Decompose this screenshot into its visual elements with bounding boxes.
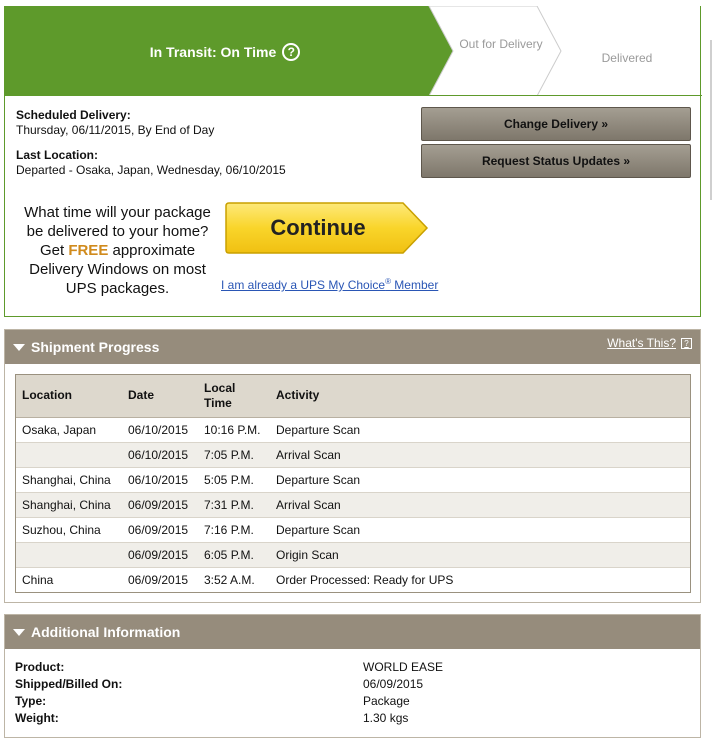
cell-date: 06/10/2015 [122, 417, 198, 443]
shipment-progress-title: Shipment Progress [31, 339, 160, 355]
col-local-time: Local Time [198, 375, 270, 418]
cell-location: China [22, 572, 54, 587]
info-value: Package [363, 694, 410, 708]
help-icon[interactable]: ? [282, 43, 301, 61]
table-row: 06/10/2015 7:05 P.M. Arrival Scan [16, 442, 690, 468]
cell-activity: Arrival Scan [270, 492, 690, 518]
cell-activity: Order Processed: Ready for UPS [276, 572, 454, 587]
table-row: China 06/09/2015 3:52 A.M. Order Process… [16, 567, 690, 592]
cell-time: 3:52 A.M. [204, 572, 255, 587]
table-row: Osaka, Japan 06/10/2015 10:16 P.M. Depar… [16, 417, 690, 443]
cell-date: 06/10/2015 [122, 442, 198, 468]
cell-time: 7:16 P.M. [198, 517, 270, 543]
col-location: Location [16, 375, 122, 418]
progress-table: Location Date Local Time Activity Osaka,… [16, 375, 690, 592]
change-delivery-button[interactable]: Change Delivery » [421, 107, 691, 141]
cell-date: 06/10/2015 [122, 467, 198, 493]
info-label: Type: [15, 694, 47, 708]
step-in-transit-label: In Transit: On Time [149, 44, 277, 60]
shipment-progress-header[interactable]: Shipment Progress What's This? ? [5, 330, 700, 364]
info-value: 1.30 kgs [363, 711, 409, 725]
page-edge-divider [710, 40, 712, 200]
whats-this-link[interactable]: What's This? ? [607, 336, 692, 350]
additional-information-header[interactable]: Additional Information [5, 615, 700, 649]
last-location-label: Last Location: [16, 148, 99, 162]
tracking-status-panel: In Transit: On Time ? Out for Delivery D… [4, 6, 702, 317]
shipment-progress-section: Shipment Progress What's This? ? Locatio… [4, 329, 701, 603]
member-link-suffix: Member [390, 278, 439, 292]
continue-label: Continue [270, 215, 366, 240]
step-delivered: Delivered [601, 51, 653, 65]
promo-text: What time will your package be delivered… [15, 203, 220, 298]
info-label: Shipped/Billed On: [15, 677, 123, 691]
cell-location: Shanghai, China [16, 467, 122, 493]
continue-button[interactable]: Continue [225, 202, 429, 254]
col-activity: Activity [270, 375, 690, 418]
collapse-triangle-icon[interactable] [13, 628, 25, 636]
info-label: Product: [15, 660, 65, 674]
last-location: Last Location: Departed - Osaka, Japan, … [16, 148, 286, 178]
cell-time: 5:05 P.M. [198, 467, 270, 493]
cell-activity: Departure Scan [270, 417, 690, 443]
table-row: Suzhou, China 06/09/2015 7:16 P.M. Depar… [16, 517, 690, 543]
scheduled-delivery-label: Scheduled Delivery: [16, 108, 131, 122]
cell-date: 06/09/2015 [122, 542, 198, 568]
info-value: 06/09/2015 [363, 677, 424, 691]
cell-date: 06/09/2015 [128, 572, 189, 587]
cell-location: Osaka, Japan [16, 417, 122, 443]
cell-time: 7:31 P.M. [198, 492, 270, 518]
table-row: Shanghai, China 06/10/2015 5:05 P.M. Dep… [16, 467, 690, 493]
whats-this-label: What's This? [607, 336, 676, 350]
cell-activity: Departure Scan [270, 467, 690, 493]
step-in-transit: In Transit: On Time ? [125, 43, 325, 61]
cell-time: 10:16 P.M. [198, 417, 270, 443]
step-out-for-delivery: Out for Delivery [459, 37, 543, 51]
cell-date: 06/09/2015 [122, 492, 198, 518]
cell-date: 06/09/2015 [122, 517, 198, 543]
help-box-icon: ? [681, 337, 692, 349]
info-value: WORLD EASE [363, 660, 444, 674]
status-stepper: In Transit: On Time ? Out for Delivery D… [5, 6, 702, 96]
cell-activity: Departure Scan [270, 517, 690, 543]
scheduled-delivery: Scheduled Delivery: Thursday, 06/11/2015… [16, 108, 214, 138]
progress-table-header: Location Date Local Time Activity [16, 375, 690, 418]
additional-information-title: Additional Information [31, 624, 181, 640]
my-choice-member-link[interactable]: I am already a UPS My Choice® Member [221, 277, 438, 292]
member-link-text: I am already a UPS My Choice [221, 278, 386, 292]
cell-location [16, 442, 122, 468]
cell-location [16, 542, 122, 568]
collapse-triangle-icon[interactable] [13, 343, 25, 351]
cell-activity: Origin Scan [270, 542, 690, 568]
table-row: 06/09/2015 6:05 P.M. Origin Scan [16, 542, 690, 568]
cell-location: Suzhou, China [16, 517, 122, 543]
additional-information-section: Additional Information Product: WORLD EA… [4, 614, 701, 738]
promo-free: FREE [68, 242, 109, 259]
last-location-value: Departed - Osaka, Japan, Wednesday, 06/1… [16, 163, 286, 177]
request-status-updates-button[interactable]: Request Status Updates » [421, 144, 691, 178]
scheduled-delivery-value: Thursday, 06/11/2015, By End of Day [16, 123, 215, 137]
cell-time: 7:05 P.M. [198, 442, 270, 468]
cell-activity: Arrival Scan [270, 442, 690, 468]
col-date: Date [122, 375, 198, 418]
info-label: Weight: [15, 711, 59, 725]
progress-table-wrap: Location Date Local Time Activity Osaka,… [15, 374, 691, 593]
cell-time: 6:05 P.M. [198, 542, 270, 568]
cell-location: Shanghai, China [16, 492, 122, 518]
table-row: Shanghai, China 06/09/2015 7:31 P.M. Arr… [16, 492, 690, 518]
